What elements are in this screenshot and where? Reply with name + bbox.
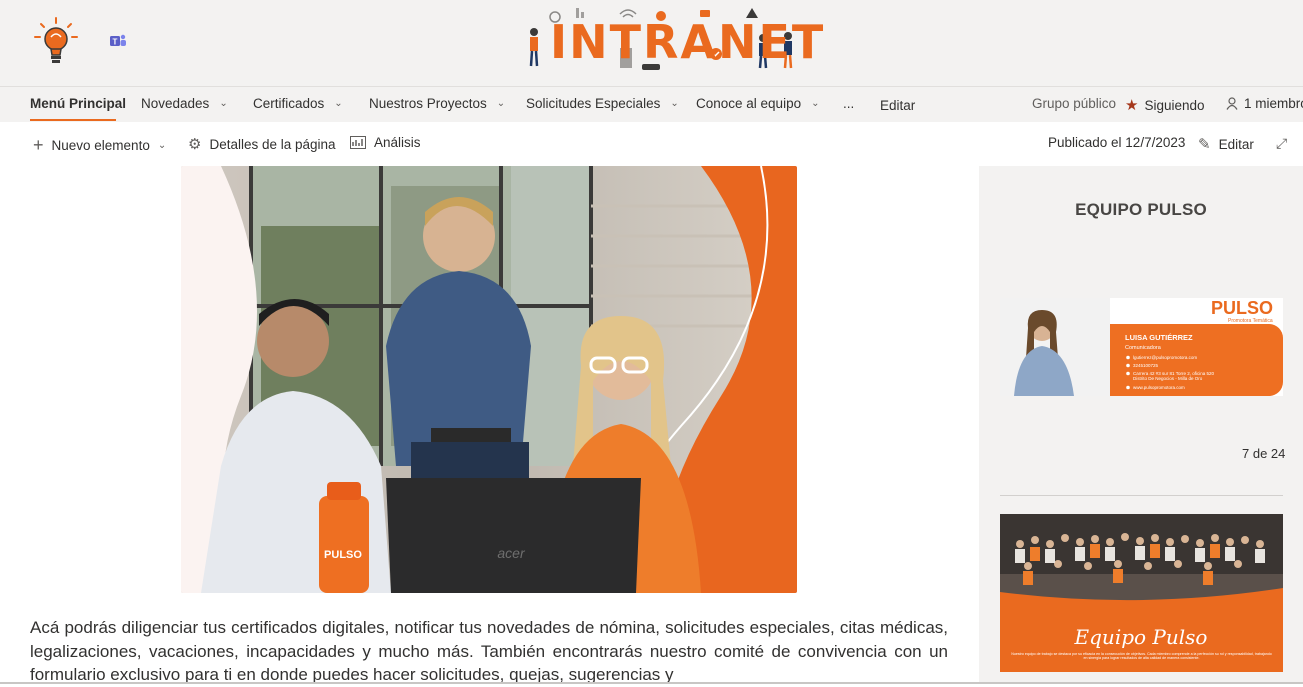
published-date-text: Publicado el 12/7/2023 [1048,135,1186,150]
pencil-icon: ✎ [1198,136,1211,153]
chevron-down-icon: ⌄ [496,98,506,109]
plus-icon: + [33,135,44,155]
nav-item-menu-principal[interactable]: Menú Principal [30,96,126,111]
nav-item-nuestros-proyectos[interactable]: Nuestros Proyectos ⌄ [369,96,505,111]
sidebar-title: EQUIPO PULSO [1075,200,1207,219]
edit-page-label: Editar [1218,136,1254,152]
card-brand-text: PULSO [1211,298,1273,318]
new-item-button[interactable]: + Nuevo elemento ⌄ [33,135,166,156]
card-brand-subtitle: Promotora Temática [1228,318,1273,324]
nav-active-indicator [30,119,116,121]
chevron-down-icon: ⌄ [670,98,679,109]
group-privacy-label: Grupo público [1032,96,1116,111]
more-icon: ... [843,96,855,111]
group-privacy-text: Grupo público [1032,96,1117,111]
intro-paragraph: Acá podrás diligenciar tus certificados … [30,618,948,684]
nav-item-label: Solicitudes Especiales [526,96,661,111]
person-icon [1226,97,1238,110]
nav-more-button[interactable]: ... [843,96,854,111]
intranet-wordmark: INTRANET [550,15,826,69]
teams-icon[interactable]: T [109,33,127,49]
nav-item-label: Nuestros Proyectos [369,96,487,111]
page-details-label: Detalles de la página [209,136,336,152]
chevron-down-icon: ⌄ [157,140,167,151]
analytics-button[interactable]: Análisis [350,135,421,150]
chevron-down-icon: ⌄ [219,98,228,109]
laptop-brand-text: acer [497,545,526,561]
chevron-down-icon: ⌄ [334,98,343,109]
nav-item-label: Menú Principal [30,96,127,111]
nav-item-novedades[interactable]: Novedades ⌄ [141,96,228,111]
expand-button[interactable]: ⤢ [1276,135,1287,152]
employee-card-illustration: PULSO Promotora Temática LUISA GUTIÉRREZ… [1000,298,1283,396]
team-photo-caption: Nuestro equipo de trabajo se destaca por… [1011,652,1272,661]
nav-item-solicitudes-especiales[interactable]: Solicitudes Especiales ⌄ [526,96,679,111]
analytics-icon [350,136,366,149]
lightbulb-logo-icon[interactable] [33,16,79,68]
star-icon: ★ [1125,97,1139,114]
hero-team-photo: PULSO acer [181,166,797,593]
card-employee-phone: 3245100725 [1133,363,1159,368]
svg-text:T: T [113,38,118,47]
analytics-label: Análisis [374,135,421,150]
card-employee-email: lgutierrez@pulsopromotora.com [1133,355,1197,360]
members-label: 1 miembro [1244,96,1303,111]
hub-navigation: Menú Principal Novedades ⌄ Certificados … [0,86,1303,122]
team-group-illustration: Equipo Pulso Nuestro equipo de trabajo s… [1000,514,1283,672]
sidebar-divider [1000,495,1283,496]
page-command-bar: + Nuevo elemento ⌄ ⚙ Detalles de la pági… [0,122,1303,166]
nav-item-conoce-al-equipo[interactable]: Conoce al equipo ⌄ [696,96,819,111]
equipo-pulso-webpart: EQUIPO PULSO PULSO Promotora Temática LU… [979,166,1303,684]
following-label: Siguiendo [1144,97,1205,113]
team-photo-illustration: PULSO acer [181,166,797,593]
nav-item-certificados[interactable]: Certificados ⌄ [253,96,343,111]
team-photo-title: Equipo Pulso [1074,625,1208,649]
expand-icon: ⤢ [1276,135,1288,151]
nav-edit-label: Editar [880,98,916,113]
following-button[interactable]: ★ Siguiendo [1125,96,1205,114]
team-group-photo[interactable]: Equipo Pulso Nuestro equipo de trabajo s… [1000,514,1283,672]
site-header: T INTRANET [0,0,1303,86]
nav-item-label: Certificados [253,96,325,111]
nav-edit-link[interactable]: Editar [880,98,915,113]
carousel-counter: 7 de 24 [1242,446,1286,461]
new-item-label: Nuevo elemento [51,138,150,153]
gear-icon: ⚙ [188,136,202,153]
bottle-brand-text: PULSO [324,549,362,561]
card-employee-name: LUISA GUTIÉRREZ [1125,333,1193,342]
page-details-button[interactable]: ⚙ Detalles de la página [188,135,336,153]
published-status: Publicado el 12/7/2023 [1048,135,1185,150]
employee-card-image[interactable]: PULSO Promotora Temática LUISA GUTIÉRREZ… [1000,298,1283,396]
card-employee-web: www.pulsopromotora.com [1133,385,1185,390]
nav-item-label: Conoce al equipo [696,96,802,111]
nav-item-label: Novedades [141,96,210,111]
members-button[interactable]: 1 miembro [1226,96,1303,111]
chevron-down-icon: ⌄ [811,98,820,109]
card-employee-role: Comunicadora [1125,345,1162,351]
edit-page-button[interactable]: ✎ Editar [1198,135,1254,153]
card-employee-address-2: Distrito De Negocios - Milla de Oro [1133,376,1203,381]
intranet-banner-logo[interactable]: INTRANET [520,4,823,78]
